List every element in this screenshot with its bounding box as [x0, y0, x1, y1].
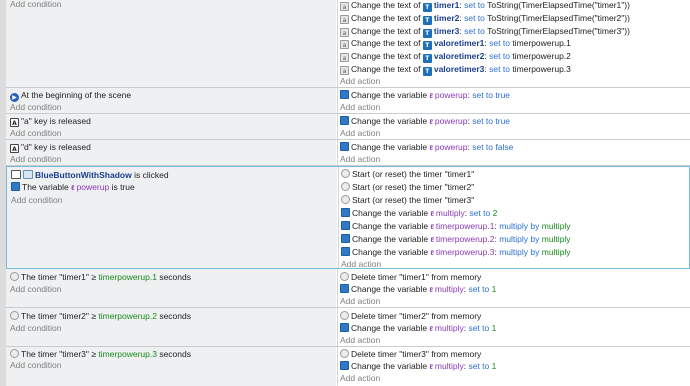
actions-column: Delete timer "timer3" from memory Change…: [337, 347, 690, 386]
add-condition-link[interactable]: Add condition: [10, 359, 62, 372]
add-action-link[interactable]: Add action: [340, 372, 380, 385]
event-block-1[interactable]: Add condition a Change the text of Ttimer…: [6, 0, 690, 88]
actions-column: Change the variable ℓ powerup: set to tru…: [337, 114, 690, 139]
condition-row[interactable]: The variable ℓ powerup is true: [11, 181, 135, 194]
action-row[interactable]: a Change the text of Tvaloretimer1: set t…: [340, 37, 571, 50]
action-row[interactable]: Change the variable ℓ timerpowerup.1: mul…: [341, 220, 571, 233]
variable-marker-icon: ℓ: [429, 119, 433, 126]
event-block-5[interactable]: BlueButtonWithShadow is clicked The vari…: [6, 166, 690, 269]
conditions-column: ▶ At the beginning of the scene Add condi…: [6, 88, 336, 113]
conditions-column: A "d" key is released Add condition: [6, 140, 336, 165]
scene-variable-icon: [341, 208, 350, 217]
variable-marker-icon: ℓ: [71, 185, 75, 192]
timer-icon: [341, 182, 350, 191]
actions-column: Delete timer "timer1" from memory Change…: [337, 269, 690, 307]
actions-column: Start (or reset) the timer "timer1" Star…: [338, 167, 689, 269]
timer-icon: [341, 169, 350, 178]
event-sheet: Add condition a Change the text of Ttimer…: [0, 0, 690, 386]
timer-icon: [340, 272, 349, 281]
variable-marker-icon: ℓ: [430, 250, 434, 257]
scene-variable-icon: [341, 234, 350, 243]
conditions-column: The timer "timer2" ≥ timerpowerup.2 seco…: [6, 308, 336, 346]
object-icon: T: [422, 54, 432, 63]
text-object-icon: a: [340, 66, 349, 75]
action-row[interactable]: a Change the text of Ttimer2: set to ToSt…: [340, 12, 630, 25]
variable-marker-icon: ℓ: [430, 224, 434, 231]
keyboard-key-icon: A: [10, 144, 19, 153]
text-object-icon: a: [340, 40, 349, 49]
action-row[interactable]: a Change the text of Ttimer1: set to ToSt…: [340, 0, 630, 12]
scene-variable-icon: [340, 323, 349, 332]
actions-column: Delete timer "timer2" from memory Change…: [337, 308, 690, 346]
event-block-3[interactable]: A "a" key is released Add condition Chang…: [6, 114, 690, 140]
variable-marker-icon: ℓ: [430, 211, 434, 218]
variable-marker-icon: ℓ: [429, 287, 433, 294]
conditions-column: Add condition: [6, 0, 336, 87]
text-object-icon: a: [340, 53, 349, 62]
scene-variable-icon: [340, 116, 349, 125]
add-condition-link[interactable]: Add condition: [10, 283, 62, 296]
object-icon: T: [422, 3, 432, 12]
scene-variable-icon: [340, 90, 349, 99]
scene-variable-icon: [11, 182, 20, 191]
add-action-link[interactable]: Add action: [340, 295, 380, 308]
variable-marker-icon: ℓ: [430, 237, 434, 244]
add-condition-link[interactable]: Add condition: [10, 127, 62, 140]
add-condition-link[interactable]: Add condition: [10, 101, 62, 114]
event-block-8[interactable]: The timer "timer3" ≥ timerpowerup.3 seco…: [6, 347, 690, 386]
add-condition-link[interactable]: Add condition: [10, 322, 62, 335]
action-row[interactable]: Start (or reset) the timer "timer3": [341, 194, 474, 207]
event-block-4[interactable]: A "d" key is released Add condition Chang…: [6, 140, 690, 166]
event-block-2[interactable]: ▶ At the beginning of the scene Add condi…: [6, 88, 690, 114]
variable-marker-icon: ℓ: [429, 93, 433, 100]
text-object-icon: a: [340, 28, 349, 37]
scene-variable-icon: [341, 221, 350, 230]
scene-variable-icon: [340, 361, 349, 370]
mouse-icon: [11, 170, 21, 179]
variable-marker-icon: ℓ: [429, 364, 433, 371]
action-row[interactable]: Change the variable ℓ multiply: set to 2: [341, 207, 497, 220]
timer-icon: [340, 349, 349, 358]
add-condition-link[interactable]: Add condition: [10, 0, 62, 11]
text-object-icon: a: [340, 15, 349, 24]
text-object-icon: a: [340, 2, 349, 11]
timer-icon: [340, 311, 349, 320]
conditions-column: The timer "timer3" ≥ timerpowerup.3 seco…: [6, 347, 336, 386]
scene-variable-icon: [341, 247, 350, 256]
timer-icon: [341, 195, 350, 204]
conditions-column: BlueButtonWithShadow is clicked The vari…: [7, 167, 337, 268]
actions-column: a Change the text of Ttimer1: set to ToSt…: [337, 0, 690, 87]
object-icon: T: [422, 67, 432, 76]
event-block-6[interactable]: The timer "timer1" ≥ timerpowerup.1 seco…: [6, 269, 690, 308]
timer-icon: [10, 272, 19, 281]
add-action-link[interactable]: Add action: [340, 334, 380, 347]
keyboard-key-icon: A: [10, 118, 19, 127]
add-action-link[interactable]: Add action: [340, 75, 380, 88]
add-condition-link[interactable]: Add condition: [11, 194, 63, 207]
action-row[interactable]: a Change the text of Tvaloretimer2: set t…: [340, 50, 571, 63]
action-row[interactable]: Change the variable ℓ timerpowerup.2: mul…: [341, 233, 571, 246]
object-icon: T: [422, 16, 432, 25]
timer-icon: [10, 311, 19, 320]
variable-marker-icon: ℓ: [429, 326, 433, 333]
object-icon: T: [422, 41, 432, 50]
event-block-7[interactable]: The timer "timer2" ≥ timerpowerup.2 seco…: [6, 308, 690, 347]
add-action-link[interactable]: Add action: [340, 153, 380, 166]
conditions-column: The timer "timer1" ≥ timerpowerup.1 seco…: [6, 269, 336, 307]
scene-variable-icon: [340, 284, 349, 293]
add-action-link[interactable]: Add action: [340, 127, 380, 140]
add-action-link[interactable]: Add action: [340, 101, 380, 114]
actions-column: Change the variable ℓ powerup: set to fal…: [337, 140, 690, 165]
timer-icon: [10, 349, 19, 358]
scene-variable-icon: [340, 142, 349, 151]
action-row[interactable]: Start (or reset) the timer "timer2": [341, 181, 474, 194]
actions-column: Change the variable ℓ powerup: set to tru…: [337, 88, 690, 113]
variable-marker-icon: ℓ: [429, 145, 433, 152]
add-condition-link[interactable]: Add condition: [10, 153, 62, 166]
conditions-column: A "a" key is released Add condition: [6, 114, 336, 139]
button-object-icon: [23, 170, 33, 179]
action-row[interactable]: Start (or reset) the timer "timer1": [341, 168, 474, 181]
